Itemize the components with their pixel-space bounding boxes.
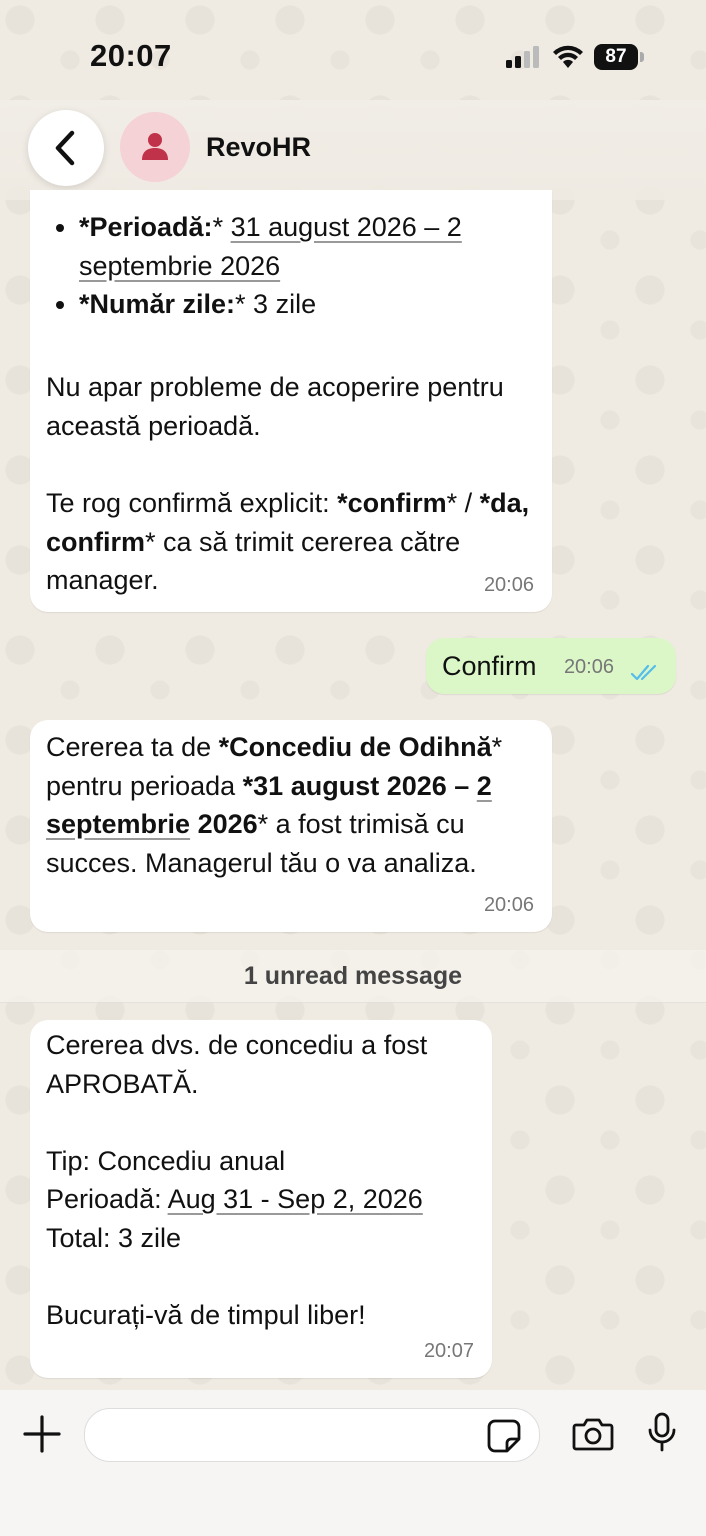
message-text: Confirm xyxy=(442,651,537,681)
outgoing-message[interactable]: Confirm 20:06 xyxy=(426,638,676,694)
person-icon xyxy=(142,133,168,160)
message-paragraph: Nu apar probleme de acoperire pentru ace… xyxy=(46,372,504,441)
wifi-icon xyxy=(553,45,583,68)
message-list: *Perioadă:* 31 august 2026 – 2 septembri… xyxy=(30,208,462,324)
chat-header: RevoHR xyxy=(0,100,706,200)
message-paragraph: Te rog confirmă explicit: *confirm* / *d… xyxy=(46,488,530,595)
camera-icon[interactable] xyxy=(572,1417,614,1451)
date-link[interactable]: Aug 31 - Sep 2, 2026 xyxy=(168,1184,423,1214)
incoming-message[interactable]: Cererea dvs. de concediu a fost APROBATĂ… xyxy=(30,1020,492,1378)
composer-bar xyxy=(0,1390,706,1536)
back-button[interactable] xyxy=(28,110,104,186)
incoming-message[interactable]: *Perioadă:* 31 august 2026 – 2 septembri… xyxy=(30,190,552,612)
status-bar: 20:07 87 xyxy=(0,0,706,110)
unread-divider: 1 unread message xyxy=(0,950,706,1003)
plus-icon[interactable] xyxy=(22,1414,62,1454)
avatar[interactable] xyxy=(120,112,190,182)
message-input[interactable] xyxy=(84,1408,540,1462)
battery-level: 87 xyxy=(594,44,638,70)
message-time: 20:06 xyxy=(563,655,614,678)
double-check-icon xyxy=(630,664,657,681)
date-link[interactable]: septembrie 2026 xyxy=(79,251,280,281)
date-link[interactable]: 31 august 2026 – 2 xyxy=(231,212,462,242)
message-time: 20:06 xyxy=(483,893,534,916)
contact-name[interactable]: RevoHR xyxy=(206,132,311,163)
message-time: 20:07 xyxy=(423,1339,474,1362)
sticker-icon[interactable] xyxy=(487,1419,521,1453)
microphone-icon[interactable] xyxy=(646,1412,678,1454)
chevron-left-icon xyxy=(55,130,75,166)
status-time: 20:07 xyxy=(90,38,172,73)
message-text: Cererea ta de *Concediu de Odihnă* pentr… xyxy=(46,732,503,878)
message-time: 20:06 xyxy=(483,573,534,596)
list-item: *Număr zile:* 3 zile xyxy=(79,285,462,324)
list-item: *Perioadă:* 31 august 2026 – 2 septembri… xyxy=(79,208,462,285)
message-text: Cererea dvs. de concediu a fost APROBATĂ… xyxy=(46,1030,428,1330)
cellular-signal-icon xyxy=(506,46,539,68)
battery-icon: 87 xyxy=(594,44,646,70)
incoming-message[interactable]: Cererea ta de *Concediu de Odihnă* pentr… xyxy=(30,720,552,932)
